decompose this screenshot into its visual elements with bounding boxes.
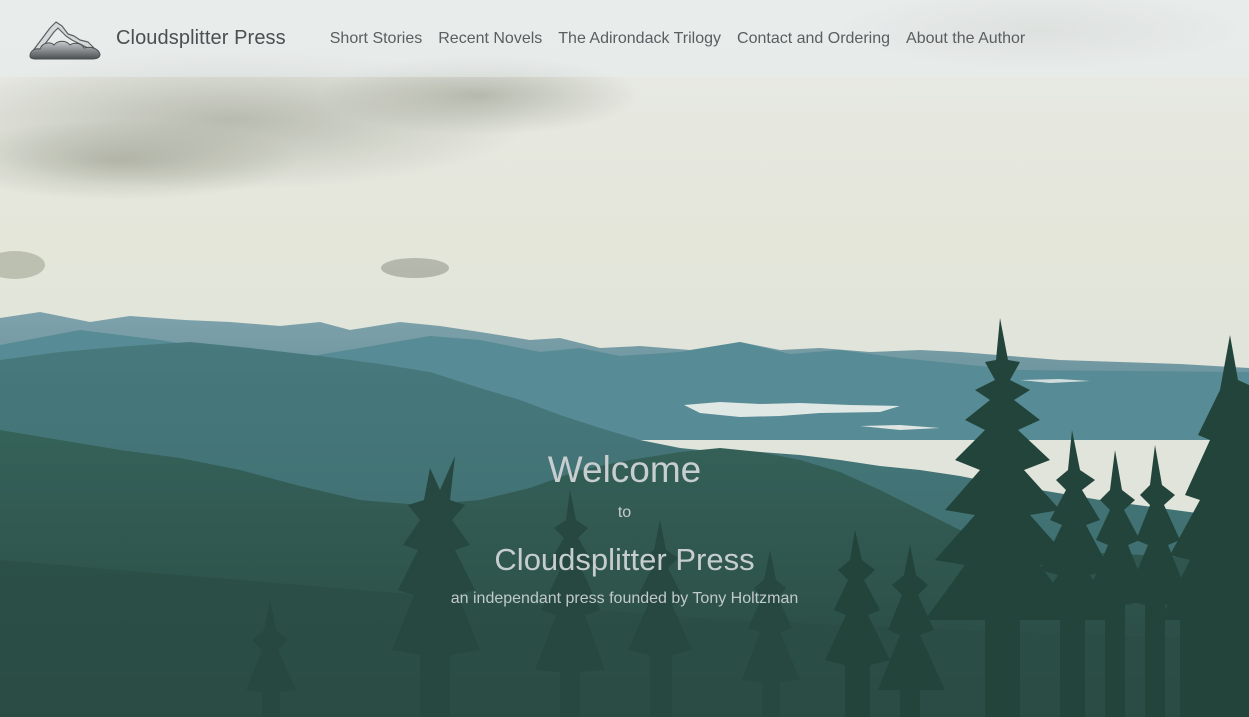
brand-link[interactable]: Cloudsplitter Press (28, 18, 286, 60)
hero-welcome-heading: Welcome (547, 449, 702, 490)
hero-landscape-image (0, 0, 1249, 717)
nav-link-about-author[interactable]: About the Author (906, 30, 1025, 48)
hero-tagline: an independant press founded by Tony Hol… (450, 590, 799, 607)
hero-connector-text: to (617, 504, 632, 521)
nav-link-recent-novels[interactable]: Recent Novels (438, 30, 542, 48)
brand-name: Cloudsplitter Press (116, 27, 286, 49)
nav-link-contact-ordering[interactable]: Contact and Ordering (737, 30, 890, 48)
nav-link-short-stories[interactable]: Short Stories (330, 30, 422, 48)
page: Cloudsplitter Press Short Stories Recent… (0, 0, 1249, 717)
top-navbar: Cloudsplitter Press Short Stories Recent… (0, 0, 1249, 77)
nav-link-adirondack-trilogy[interactable]: The Adirondack Trilogy (558, 30, 721, 48)
nav-links: Short Stories Recent Novels The Adironda… (330, 30, 1041, 48)
mountain-cloud-logo-icon (29, 20, 101, 59)
hero-press-title: Cloudsplitter Press (494, 542, 755, 577)
